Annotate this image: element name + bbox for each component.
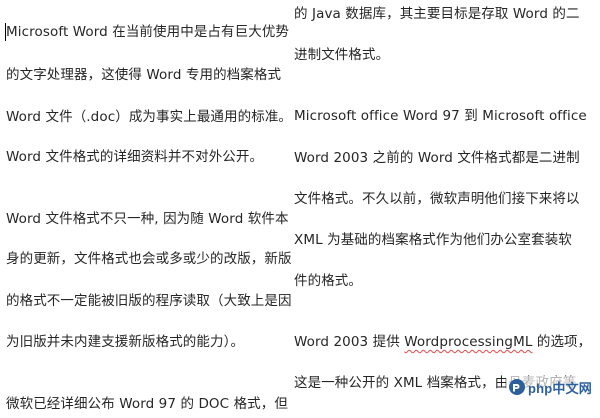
text-line: Word 文件格式的详细资料并不对外公开。 <box>6 149 264 165</box>
text-line: Microsoft Word 在当前使用中是占有巨大优势 <box>6 24 290 40</box>
text-line: Word 2003 之前的 Word 文件格式都是二进制 <box>294 150 580 166</box>
watermark: php中文网 <box>505 376 596 398</box>
php-logo-icon <box>508 379 525 395</box>
text-line: 文件格式。不久以前，微软声明他们接下来将以 <box>294 191 580 207</box>
text-run: Word 2003 提供 <box>294 334 405 350</box>
text-run: 的选项， <box>532 334 592 350</box>
text-line: 的 Java 数据库，其主要目标是存取 Word 的二 <box>294 6 580 22</box>
watermark-text: php中文网 <box>527 380 592 396</box>
text-line: Word 2003 提供 WordprocessingML 的选项， <box>294 332 591 352</box>
text-line: 的格式不一定能被旧版的程序读取（大致上是因 <box>6 293 292 309</box>
text-line: Word 文件格式不只一种, 因为随 Word 软件本 <box>6 211 289 227</box>
text-line: XML 为基础的档案格式作为他们办公室套装软 <box>294 232 572 248</box>
text-line: 的文字处理器，这使得 Word 专用的档案格式 <box>6 67 282 83</box>
text-line: 身的更新，文件格式也会或多或少的改版，新版 <box>6 251 292 267</box>
text-line: 微软已经详细公布 Word 97 的 DOC 格式，但 <box>6 396 288 412</box>
text-line: 件的格式。 <box>294 273 362 289</box>
text-line: 进制文件格式。 <box>294 47 390 63</box>
text-line: Microsoft office Word 97 到 Microsoft off… <box>294 108 587 124</box>
spellcheck-flagged-word[interactable]: WordprocessingML <box>404 334 532 350</box>
text-line: 为旧版并未内建支援新版格式的能力）。 <box>6 334 245 350</box>
text-line: Word 文件（.doc）成为事实上最通用的标准。 <box>6 109 293 125</box>
